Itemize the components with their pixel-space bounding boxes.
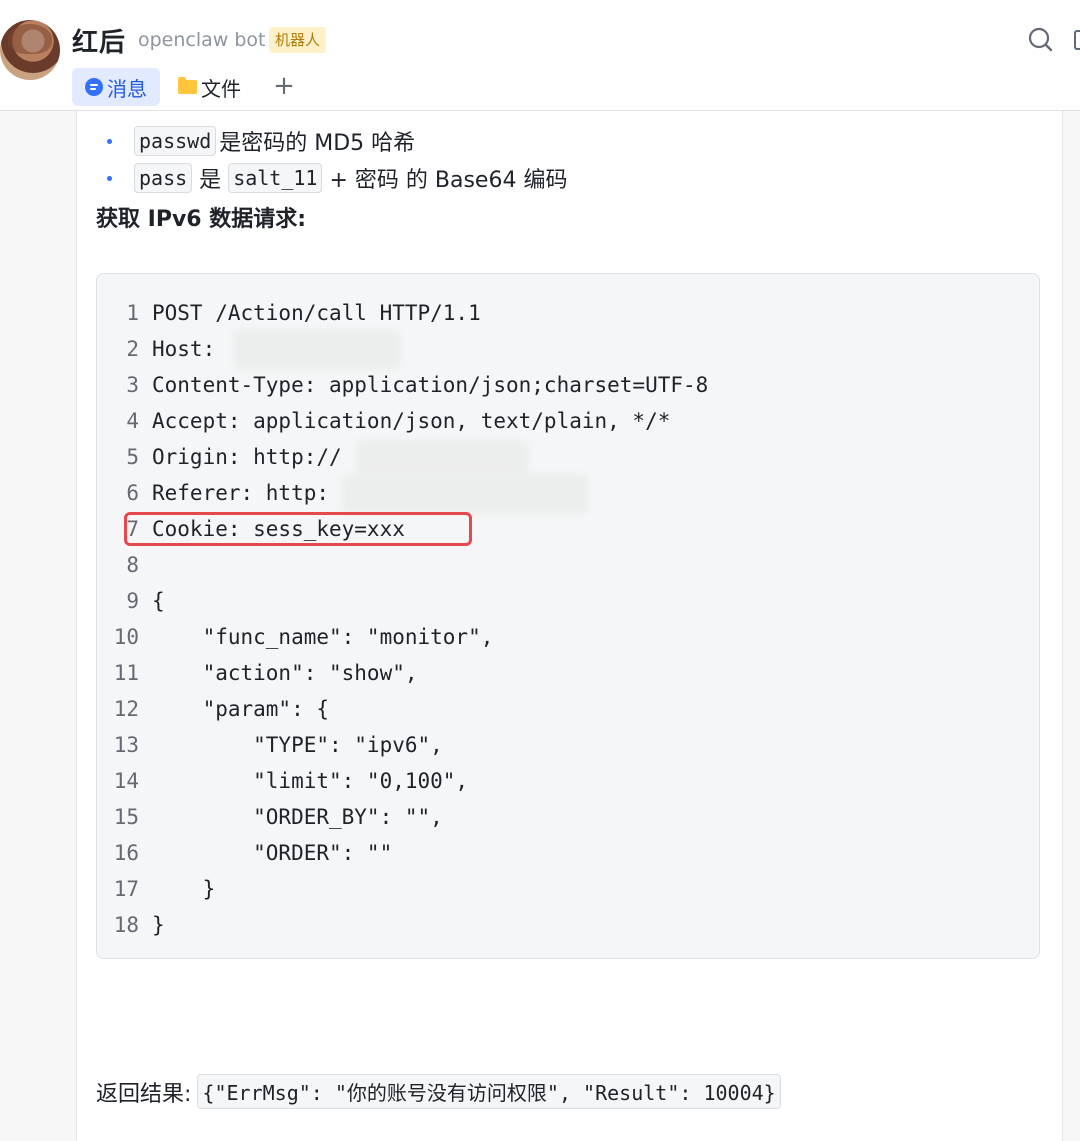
inline-code: salt_11 xyxy=(228,163,323,193)
line-number: 18 xyxy=(113,913,139,937)
more-panel-icon[interactable] xyxy=(1074,30,1080,50)
line-number: 6 xyxy=(126,481,139,505)
redacted-region xyxy=(356,440,528,476)
code-line: 4 Accept: application/json, text/plain, *… xyxy=(97,403,670,439)
code-text: "ORDER": "" xyxy=(152,841,393,865)
code-line: 17 } xyxy=(97,871,216,907)
code-line: 1 POST /Action/call HTTP/1.1 xyxy=(97,295,481,331)
code-text: "param": { xyxy=(152,697,330,721)
bullet-dot xyxy=(107,175,112,181)
avatar[interactable] xyxy=(0,20,60,80)
redacted-region xyxy=(234,330,400,370)
line-number: 8 xyxy=(126,553,139,577)
code-text: Referer: http: xyxy=(152,481,330,505)
redacted-region xyxy=(342,474,588,514)
code-text: "func_name": "monitor", xyxy=(152,625,494,649)
line-number: 2 xyxy=(126,337,139,361)
inline-code: pass xyxy=(134,163,193,193)
code-line: 9{ xyxy=(97,583,165,619)
search-icon[interactable] xyxy=(1026,26,1054,54)
code-line: 12 "param": { xyxy=(97,691,329,727)
code-line: 18} xyxy=(97,907,165,943)
list-item-text: 是 xyxy=(199,168,222,193)
bot-badge: 机器人 xyxy=(269,27,327,53)
result-label: 返回结果: xyxy=(96,1081,192,1107)
code-text: Host: xyxy=(152,337,216,361)
avatar-hair xyxy=(8,24,52,54)
code-text: POST /Action/call HTTP/1.1 xyxy=(152,301,481,325)
bullet-dot xyxy=(107,138,112,144)
code-line: 2 Host: xyxy=(97,331,215,367)
result-line: 返回结果: {"ErrMsg": "你的账号没有访问权限", "Result":… xyxy=(96,1074,781,1109)
line-number: 11 xyxy=(113,661,139,685)
tab-messages[interactable]: 消息 xyxy=(72,68,160,106)
code-line: 16 "ORDER": "" xyxy=(97,835,393,871)
code-text: "limit": "0,100", xyxy=(152,769,469,793)
line-number: 4 xyxy=(126,409,139,433)
chat-header: 红后 openclaw bot 机器人 消息 文件 + xyxy=(0,0,1080,111)
code-text: } xyxy=(152,913,165,937)
line-number: 17 xyxy=(113,877,139,901)
code-line: 13 "TYPE": "ipv6", xyxy=(97,727,443,763)
code-line: 6 Referer: http: xyxy=(97,475,329,511)
code-text: "action": "show", xyxy=(152,661,418,685)
list-item-text: + 密码 的 Base64 编码 xyxy=(329,168,568,193)
line-number: 13 xyxy=(113,733,139,757)
code-text: "ORDER_BY": "", xyxy=(152,805,443,829)
line-number: 1 xyxy=(126,301,139,325)
tab-files-label: 文件 xyxy=(201,76,241,101)
line-number: 9 xyxy=(126,589,139,613)
code-line: 14 "limit": "0,100", xyxy=(97,763,468,799)
tab-messages-label: 消息 xyxy=(107,76,147,101)
line-number: 14 xyxy=(113,769,139,793)
code-line: 11 "action": "show", xyxy=(97,655,418,691)
code-block[interactable]: 1 POST /Action/call HTTP/1.1 2 Host: 3 Cont… xyxy=(96,273,1040,959)
highlight-box xyxy=(124,512,472,546)
tab-files[interactable]: 文件 xyxy=(178,68,241,106)
code-text: Accept: application/json, text/plain, */… xyxy=(152,409,671,433)
line-number: 10 xyxy=(113,625,139,649)
folder-icon xyxy=(178,77,197,94)
code-text: } xyxy=(152,877,216,901)
line-number: 16 xyxy=(113,841,139,865)
code-line: 15 "ORDER_BY": "", xyxy=(97,799,443,835)
list-item: pass 是 salt_11 + 密码 的 Base64 编码 xyxy=(107,162,571,194)
result-code: {"ErrMsg": "你的账号没有访问权限", "Result": 10004… xyxy=(197,1074,781,1109)
line-number: 15 xyxy=(113,805,139,829)
code-line: 10 "func_name": "monitor", xyxy=(97,619,494,655)
line-number: 3 xyxy=(126,373,139,397)
code-line: 5 Origin: http:// xyxy=(97,439,342,475)
add-tab-button[interactable]: + xyxy=(271,73,297,99)
list-item-text: 是密码的 MD5 哈希 xyxy=(219,131,416,156)
code-text: { xyxy=(152,589,165,613)
code-text: "TYPE": "ipv6", xyxy=(152,733,443,757)
section-title: 获取 IPv6 数据请求: xyxy=(96,207,307,232)
message-icon xyxy=(85,78,103,96)
code-line: 8 xyxy=(97,547,152,583)
code-line: 3 Content-Type: application/json;charset=… xyxy=(97,367,708,403)
line-number: 12 xyxy=(113,697,139,721)
code-text: Content-Type: application/json;charset=U… xyxy=(152,373,709,397)
bot-handle: openclaw bot xyxy=(138,29,266,51)
list-item: passwd 是密码的 MD5 哈希 xyxy=(107,125,415,157)
inline-code: passwd xyxy=(134,126,217,156)
line-number: 5 xyxy=(126,445,139,469)
code-text: Origin: http:// xyxy=(152,445,342,469)
chat-title: 红后 xyxy=(72,28,127,58)
